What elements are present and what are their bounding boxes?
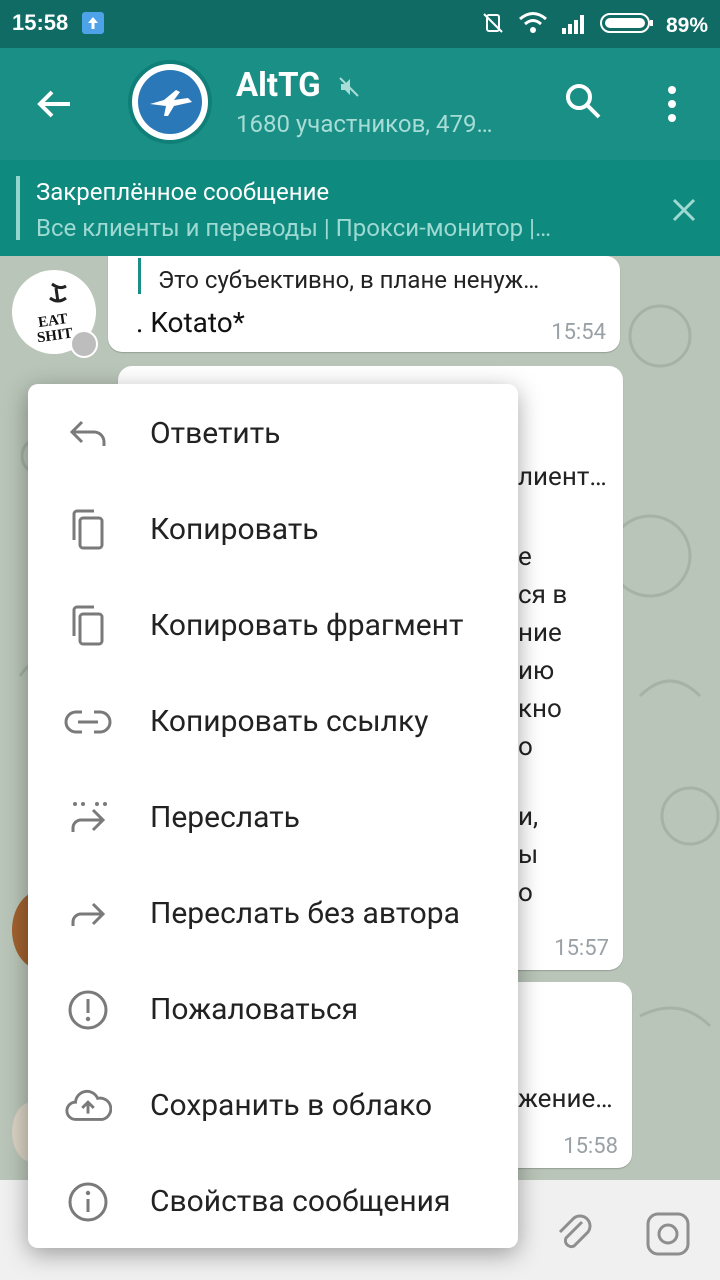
close-pinned-icon[interactable] [670,196,698,228]
group-avatar[interactable] [128,60,212,144]
upload-notification-icon [82,12,104,34]
signal-icon [560,12,588,40]
battery-percent: 89% [665,14,708,37]
message-context-menu: Ответить Копировать Копировать фрагмент … [28,384,518,1248]
menu-item-save-to-cloud[interactable]: Сохранить в облако [28,1058,518,1154]
reply-accent-line [138,258,141,294]
menu-item-forward[interactable]: Переслать [28,770,518,866]
back-arrow-icon[interactable] [34,84,74,124]
menu-item-report[interactable]: Пожаловаться [28,962,518,1058]
more-options-icon[interactable] [660,84,684,124]
message-text-fragment: о [518,878,533,908]
menu-item-copy-link[interactable]: Копировать ссылку [28,674,518,770]
message-text-fragment: ию [518,656,555,686]
message-text-fragment: лиент… [518,462,607,492]
reply-preview-text: Это субъективно, в плане ненуж… [158,266,540,294]
status-time: 15:58 [12,10,69,35]
chat-subtitle: 1680 участников, 479… [236,110,493,138]
status-bar: 15:58 89% [0,0,720,48]
link-icon [64,700,112,744]
pinned-message-bar[interactable]: Закреплённое сообщение Все клиенты и пер… [0,160,720,256]
message-bubble[interactable]: Это субъективно, в плане ненуж… . Kotato… [108,256,620,352]
info-icon [64,1180,112,1224]
camera-icon[interactable] [644,1210,692,1262]
menu-item-reply[interactable]: Ответить [28,386,518,482]
message-text-fragment: о [518,732,533,762]
online-dot [70,330,98,358]
pinned-text: Все клиенты и переводы | Прокси-монитор … [36,214,552,242]
muted-icon [339,77,359,97]
copy-fragment-icon [64,604,112,648]
message-text-fragment: кно [518,694,562,724]
message-text-fragment: ы [518,840,539,870]
pinned-label: Закреплённое сообщение [36,178,330,206]
jet-logo-icon [150,90,192,116]
search-icon[interactable] [562,80,604,122]
message-text: . Kotato* [136,306,245,339]
battery-icon [599,12,654,40]
message-text-fragment: ние [518,618,562,648]
message-time: 15:54 [551,320,606,345]
mute-vibrate-icon [480,10,506,42]
message-time: 15:57 [554,936,609,961]
message-text-fragment: жение… [518,1084,613,1114]
message-text-fragment: е [518,542,532,572]
forward-no-author-icon [64,892,112,936]
chat-title[interactable]: AltTG [236,66,361,105]
report-icon [64,988,112,1032]
menu-item-copy[interactable]: Копировать [28,482,518,578]
copy-icon [64,508,112,552]
message-text-fragment: ся в [518,580,568,610]
menu-item-message-info[interactable]: Свойства сообщения [28,1154,518,1250]
chat-header: AltTG 1680 участников, 479… [0,48,720,160]
attach-icon[interactable] [552,1210,596,1258]
pinned-accent-line [16,176,20,240]
message-text-fragment: и, [518,802,539,832]
menu-item-forward-no-author[interactable]: Переслать без автора [28,866,518,962]
wifi-icon [518,11,548,41]
cloud-upload-icon [64,1084,112,1128]
reply-icon [64,412,112,456]
forward-icon [64,796,112,840]
menu-item-copy-fragment[interactable]: Копировать фрагмент [28,578,518,674]
message-time: 15:58 [563,1134,618,1159]
